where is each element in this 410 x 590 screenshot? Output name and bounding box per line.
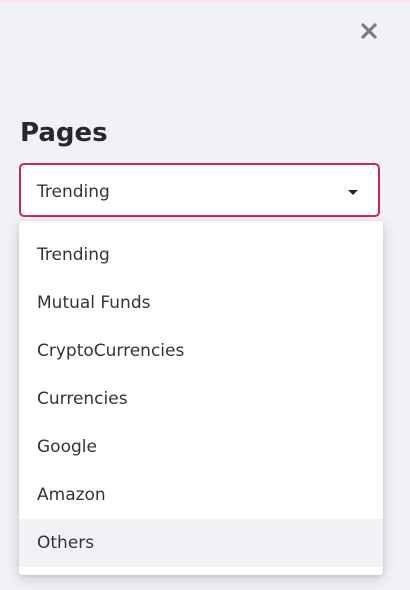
option-currencies[interactable]: Currencies xyxy=(19,375,383,423)
option-amazon[interactable]: Amazon xyxy=(19,471,383,519)
top-accent-bar xyxy=(0,0,410,2)
pages-select[interactable]: Trending xyxy=(19,163,380,217)
pages-dropdown-menu: Trending Mutual Funds CryptoCurrencies C… xyxy=(19,221,383,575)
option-mutual-funds[interactable]: Mutual Funds xyxy=(19,279,383,327)
option-trending[interactable]: Trending xyxy=(19,231,383,279)
select-value: Trending xyxy=(37,182,110,202)
option-others[interactable]: Others xyxy=(19,519,383,567)
close-button[interactable] xyxy=(358,20,380,42)
close-icon xyxy=(361,23,377,39)
sidebar-title: Pages xyxy=(20,118,108,148)
option-cryptocurrencies[interactable]: CryptoCurrencies xyxy=(19,327,383,375)
option-google[interactable]: Google xyxy=(19,423,383,471)
chevron-down-icon[interactable] xyxy=(348,190,358,195)
